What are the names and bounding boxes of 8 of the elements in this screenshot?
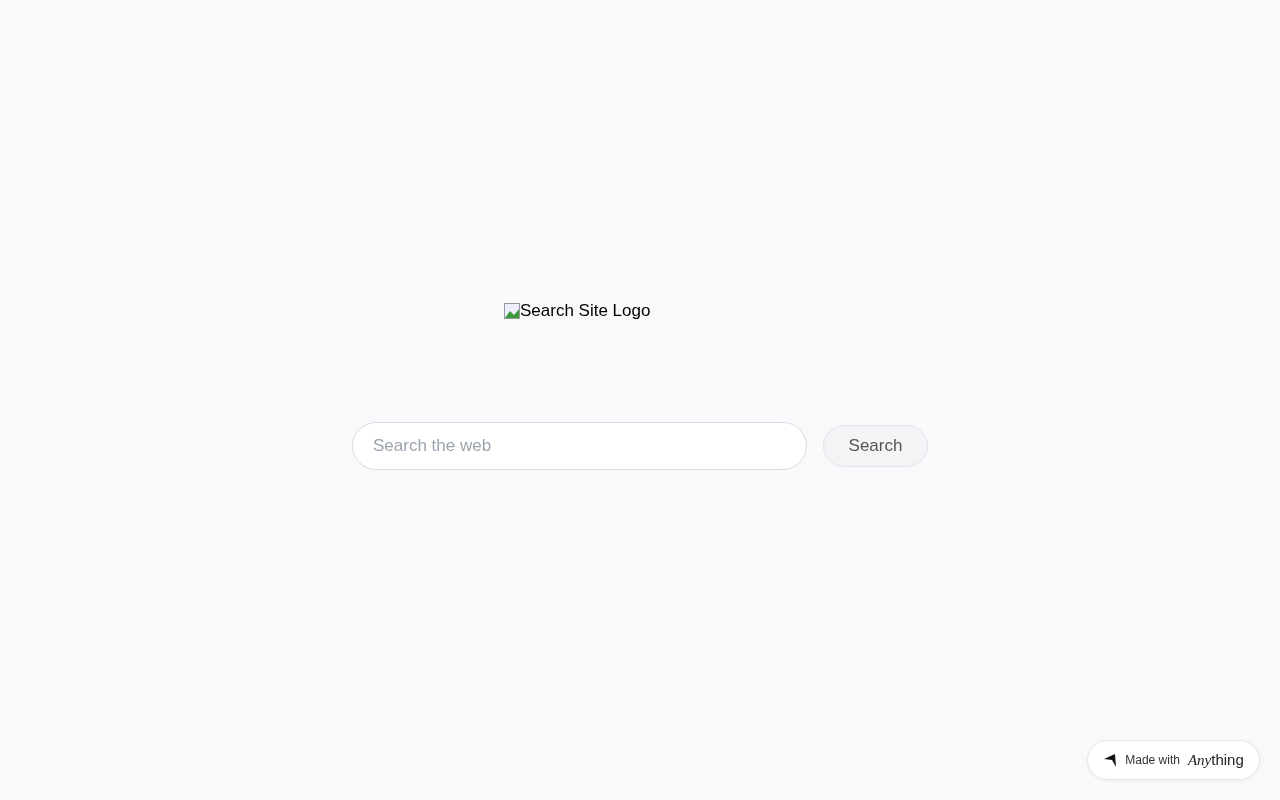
brand-name: Anything (1187, 749, 1244, 770)
search-field[interactable]: Search the web (352, 422, 807, 470)
logo-alt-text: Search Site Logo (520, 300, 651, 322)
badge-text: Made with (1125, 752, 1180, 769)
broken-image-icon (504, 302, 520, 319)
sail-icon (1103, 753, 1118, 767)
made-with-badge[interactable]: Made with Anything (1087, 740, 1260, 780)
search-button[interactable]: Search (823, 425, 928, 467)
